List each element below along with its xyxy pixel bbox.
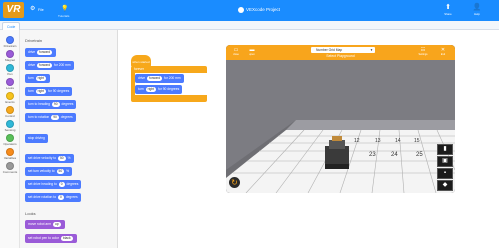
vexcode-logo: VR [3, 2, 24, 18]
share-icon: ⬆ [445, 4, 451, 11]
project-name[interactable]: VEXcode Project [238, 6, 280, 14]
category-sidebar: Drivetrain Magnet Pen Looks Events Contr… [0, 30, 20, 248]
playground-header: ▭ close ▬ open Number Grid Map ▼ Select Pla… [226, 45, 455, 60]
grid-map-scene [226, 60, 455, 193]
reset-button[interactable]: ↻ [229, 177, 240, 188]
category-events[interactable]: Events [0, 92, 20, 104]
turn-to-rotation-block[interactable]: turn to rotation 90 degrees [25, 113, 76, 122]
dashboard-icon: ▮ [443, 146, 447, 152]
playground-window: ▭ close ▬ open Number Grid Map ▼ Select Pla… [226, 45, 455, 193]
move-robot-arm-block[interactable]: move robot arm up [25, 220, 65, 229]
category-sensing[interactable]: Sensing [0, 120, 20, 132]
category-magnet[interactable]: Magnet [0, 50, 20, 62]
workspace-drive-block[interactable]: drive forward for 200 mm [135, 74, 184, 83]
file-menu-icon[interactable]: ⚙ [30, 6, 35, 13]
set-drive-velocity-block[interactable]: set drive velocity to 50 % [25, 154, 74, 163]
playground-select[interactable]: Number Grid Map ▼ [311, 47, 375, 53]
category-control[interactable]: Control [0, 106, 20, 118]
top-bar: VR ⚙ File 💡 Tutorials VEXcode Project ⬆ … [0, 0, 499, 21]
set-drive-heading-block[interactable]: set drive heading to 0 degrees [25, 180, 82, 189]
category-operators[interactable]: Operators [0, 134, 20, 146]
grid-number: 15 [414, 138, 420, 144]
turn-to-heading-block[interactable]: turn to heading 90 degrees [25, 100, 77, 109]
category-variables[interactable]: Variables [0, 148, 20, 160]
grid-number: 23 [369, 152, 376, 158]
grid-number: 12 [354, 138, 360, 144]
playground-settings-button[interactable]: ☷ Settings [416, 47, 430, 56]
camera-icon: ▣ [442, 158, 448, 164]
category-pen[interactable]: Pen [0, 64, 20, 76]
palette-heading: Drivetrain [25, 38, 43, 43]
view-button-4[interactable]: ◆ [437, 180, 453, 191]
category-comments[interactable]: Comments [0, 162, 20, 174]
help-icon: 👤 [472, 4, 482, 11]
palette-heading-looks: Looks [25, 211, 36, 216]
file-menu[interactable]: File [38, 8, 44, 13]
category-drivetrain[interactable]: Drivetrain [0, 36, 20, 48]
view-button-1[interactable]: ▮ [437, 144, 453, 155]
turn-for-block[interactable]: turn right for 90 degrees [25, 87, 73, 96]
grid-number: 14 [395, 138, 401, 144]
grid-number: 24 [391, 152, 398, 158]
set-turn-velocity-block[interactable]: set turn velocity to 50 % [25, 167, 73, 176]
block-palette: Drivetrain drive forward drive forward f… [20, 30, 135, 248]
grid-number: 13 [375, 138, 381, 144]
stop-driving-block[interactable]: stop driving [25, 134, 48, 143]
grid-number: 25 [416, 152, 423, 158]
set-drive-rotation-block[interactable]: set drive rotation to 0 degrees [25, 193, 81, 202]
tab-bar: Code [0, 21, 499, 30]
view-button-3[interactable]: ▪ [437, 168, 453, 179]
playground-3d-view[interactable]: 12 13 14 15 23 24 25 ↻ ▮ ▣ ▪ ◆ [226, 60, 455, 193]
playground-exit-button[interactable]: ✕ Exit [436, 47, 450, 56]
aerial-view-icon: ◆ [442, 182, 448, 188]
project-icon [238, 6, 244, 13]
tab-code[interactable]: Code [2, 22, 21, 30]
tutorials-label[interactable]: Tutorials [58, 14, 69, 18]
tutorials-icon[interactable]: 💡 [61, 6, 68, 13]
reset-icon: ↻ [231, 178, 238, 187]
set-pen-color-block[interactable]: set robot pen to color black [25, 234, 77, 243]
robot-view-icon: ▪ [443, 170, 447, 176]
view-button-2[interactable]: ▣ [437, 156, 453, 167]
help-button[interactable]: 👤 Help [466, 3, 488, 16]
drive-for-block[interactable]: drive forward for 200 mm [25, 61, 74, 70]
dropdown-arrow-icon: ▼ [370, 48, 373, 52]
workspace-turn-block[interactable]: turn right for 90 degrees [135, 85, 183, 94]
turn-block[interactable]: turn right [25, 74, 51, 83]
category-looks[interactable]: Looks [0, 78, 20, 90]
drive-block[interactable]: drive forward [25, 48, 57, 57]
share-button[interactable]: ⬆ Share [437, 3, 459, 16]
